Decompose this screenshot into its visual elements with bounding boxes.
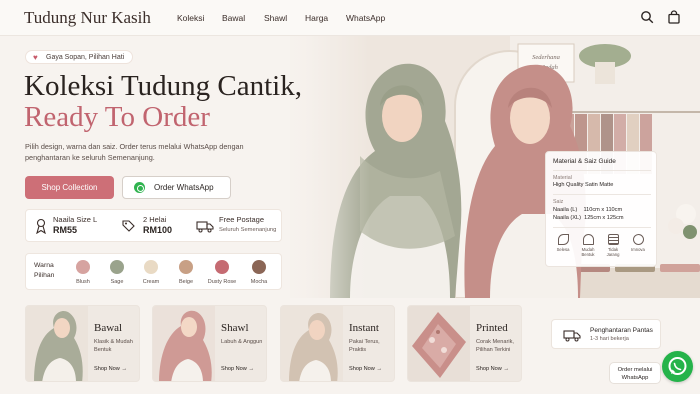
nav-link-shawl[interactable]: Shawl bbox=[264, 13, 287, 23]
color-swatch-sage[interactable] bbox=[110, 260, 124, 274]
tag-icon bbox=[122, 220, 135, 232]
material-value: High Quality Satin Matte bbox=[553, 182, 614, 188]
shopping-bag-icon[interactable] bbox=[667, 10, 681, 24]
color-label: Warna Pilihan bbox=[34, 262, 55, 279]
nav-link-whatsapp[interactable]: WhatsApp bbox=[346, 13, 385, 23]
product-title: Printed bbox=[476, 322, 508, 334]
size-row: Naaila (XL) 125cm x 125cm bbox=[553, 215, 624, 221]
hero-badge-text: Gaya Sopan, Pilihan Hati bbox=[46, 54, 125, 61]
feature-mudah-bentuk: Mudah Bentuk bbox=[579, 234, 597, 257]
color-swatch-label: Mocha bbox=[250, 279, 268, 285]
color-swatch-label: Blush bbox=[76, 279, 90, 285]
price-value: Seluruh Semenanjung bbox=[219, 227, 277, 233]
color-swatch-label: Cream bbox=[142, 279, 160, 285]
color-swatch-beige[interactable] bbox=[179, 260, 193, 274]
shop-now-link[interactable]: Shop Now → bbox=[94, 366, 127, 372]
bawal-photo bbox=[26, 306, 88, 381]
hijab-icon bbox=[582, 234, 594, 245]
shop-collection-button[interactable]: Shop Collection bbox=[25, 176, 114, 199]
site-header: Tudung Nur Kasih Koleksi Bawal Shawl Har… bbox=[0, 0, 700, 36]
shawl-photo bbox=[153, 306, 215, 381]
product-title: Instant bbox=[349, 322, 379, 334]
delivery-title: Penghantaran Pantas bbox=[590, 327, 653, 334]
price-label: Naaila Size L bbox=[53, 215, 98, 224]
delivery-card: Penghantaran Pantas 1-3 hari bekerja bbox=[551, 319, 661, 349]
size-label: Saiz bbox=[553, 199, 564, 205]
whatsapp-icon bbox=[668, 357, 687, 375]
feature-label: Imnova bbox=[631, 247, 645, 252]
product-card-shawl[interactable]: Shawl Labuh & Anggun Shop Now → bbox=[152, 305, 267, 382]
truck-icon bbox=[196, 221, 214, 233]
divider bbox=[553, 170, 651, 171]
product-desc: Klasik & Mudah Bentuk bbox=[94, 339, 133, 353]
feature-tidak-jarang: Tidak Jarang bbox=[604, 234, 622, 257]
nav-link-harga[interactable]: Harga bbox=[305, 13, 328, 23]
search-icon[interactable] bbox=[640, 10, 654, 24]
feature-selesa: Selesa bbox=[554, 234, 572, 252]
color-swatch-label: Beige bbox=[178, 279, 194, 285]
feature-label: Tidak Jarang bbox=[606, 247, 620, 257]
feature-label: Selesa bbox=[556, 247, 570, 252]
brand-logo[interactable]: Tudung Nur Kasih bbox=[24, 8, 151, 28]
sign-text-line1: Sederhana bbox=[532, 54, 560, 61]
price-label: Free Postage bbox=[219, 215, 265, 224]
product-card-bawal[interactable]: Bawal Klasik & Mudah Bentuk Shop Now → bbox=[25, 305, 140, 382]
divider bbox=[553, 227, 651, 228]
whatsapp-fab[interactable] bbox=[662, 351, 693, 382]
price-value: RM55 bbox=[53, 225, 78, 235]
color-swatch-cream[interactable] bbox=[144, 260, 158, 274]
price-item-postage: Free Postage Seluruh Semenanjung bbox=[219, 215, 276, 235]
hero-title-line2: Ready To Order bbox=[24, 101, 210, 133]
price-strip: Naaila Size L RM55 2 Helai RM100 Free Po… bbox=[25, 209, 282, 242]
feature-label: Mudah Bentuk bbox=[581, 247, 595, 257]
color-swatch-label: Dusty Rose bbox=[207, 279, 237, 285]
nav-link-bawal[interactable]: Bawal bbox=[222, 13, 245, 23]
product-desc: Pakai Terus, Praktis bbox=[349, 339, 380, 353]
material-size-guide: Material & Saiz Guide Material High Qual… bbox=[545, 151, 657, 267]
color-swatch-blush[interactable] bbox=[76, 260, 90, 274]
order-whatsapp-label: Order WhatsApp bbox=[154, 183, 214, 192]
product-desc: Labuh & Anggun bbox=[221, 339, 263, 345]
price-label: 2 Helai bbox=[143, 215, 167, 224]
price-item-2-helai: 2 Helai RM100 bbox=[143, 215, 172, 235]
color-picker: Warna Pilihan Blush Sage Cream Beige Dusty R… bbox=[25, 253, 282, 290]
color-swatch-label: Sage bbox=[110, 279, 124, 285]
iron-icon bbox=[632, 234, 644, 245]
color-swatch-mocha[interactable] bbox=[252, 260, 266, 274]
delivery-subtitle: 1-3 hari bekerja bbox=[590, 336, 629, 342]
color-swatch-dusty-rose[interactable] bbox=[215, 260, 229, 274]
whatsapp-icon bbox=[134, 182, 145, 193]
shop-now-link[interactable]: Shop Now → bbox=[221, 366, 254, 372]
feature-imnova: Imnova bbox=[629, 234, 647, 252]
delivery-text: Penghantaran Pantas 1-3 hari bekerja bbox=[590, 326, 653, 344]
nav-link-koleksi[interactable]: Koleksi bbox=[177, 13, 204, 23]
guide-title: Material & Saiz Guide bbox=[553, 158, 616, 165]
fabric-grid-icon bbox=[607, 234, 619, 245]
shop-now-link[interactable]: Shop Now → bbox=[349, 366, 382, 372]
ribbon-icon bbox=[36, 218, 46, 234]
product-desc: Corak Menarik, Pilihan Terkini bbox=[476, 339, 514, 353]
whatsapp-chat-bubble[interactable]: Order melalui WhatsApp bbox=[609, 362, 661, 384]
shop-now-link[interactable]: Shop Now → bbox=[476, 366, 509, 372]
size-row: Naaila (L) 110cm x 110cm bbox=[553, 207, 623, 213]
leaf-icon bbox=[557, 234, 569, 245]
price-value: RM100 bbox=[143, 225, 173, 235]
material-label: Material bbox=[553, 175, 572, 181]
truck-icon bbox=[563, 330, 581, 342]
hero-subtitle: Pilih design, warna dan saiz. Order teru… bbox=[25, 142, 244, 162]
instant-photo bbox=[281, 306, 343, 381]
divider bbox=[553, 194, 651, 195]
heart-icon: ♥ bbox=[33, 53, 38, 62]
printed-photo bbox=[408, 306, 470, 381]
product-card-printed[interactable]: Printed Corak Menarik, Pilihan Terkini S… bbox=[407, 305, 522, 382]
order-whatsapp-button[interactable]: Order WhatsApp bbox=[122, 176, 231, 199]
product-title: Shawl bbox=[221, 322, 249, 334]
hero-badge: ♥ Gaya Sopan, Pilihan Hati bbox=[25, 50, 134, 64]
product-title: Bawal bbox=[94, 322, 123, 334]
price-item-naaila: Naaila Size L RM55 bbox=[53, 215, 97, 235]
product-card-instant[interactable]: Instant Pakai Terus, Praktis Shop Now → bbox=[280, 305, 395, 382]
hero-title-line1: Koleksi Tudung Cantik, bbox=[24, 70, 302, 102]
